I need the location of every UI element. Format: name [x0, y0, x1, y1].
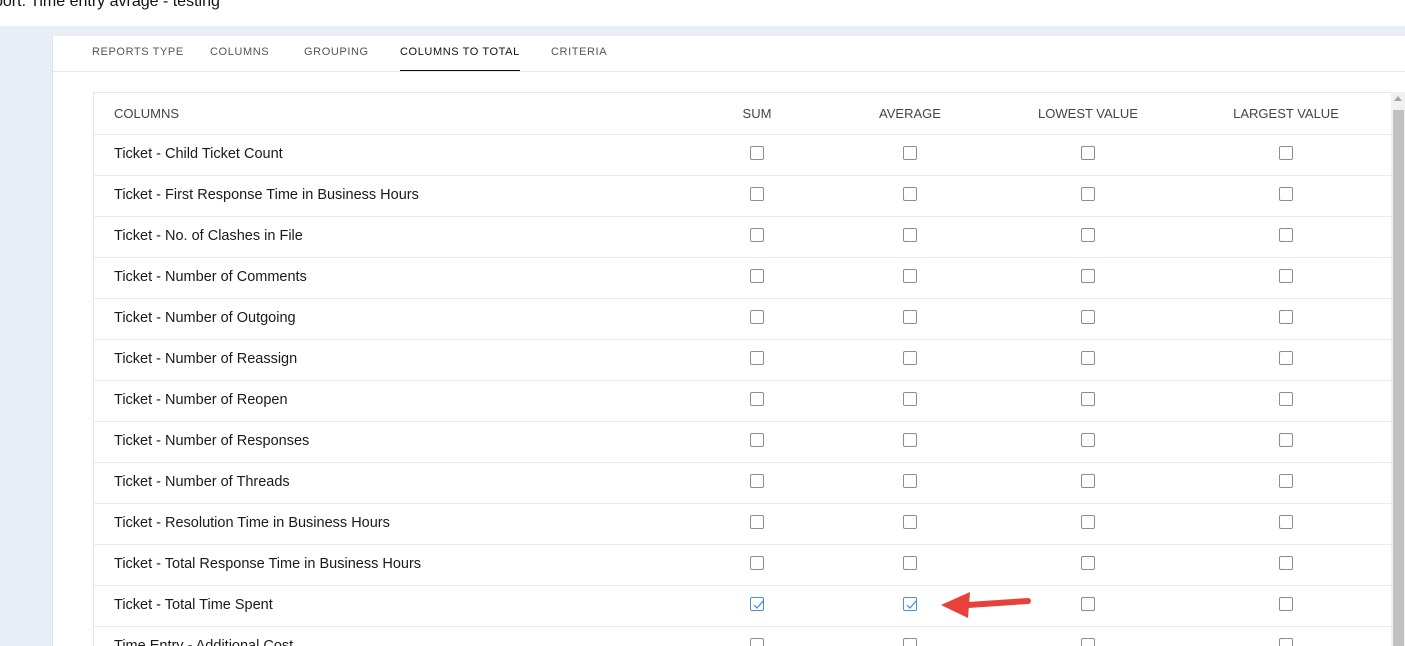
lowest-value-checkbox[interactable] [1081, 228, 1095, 242]
average-checkbox[interactable] [903, 433, 917, 447]
header-columns: COLUMNS [114, 106, 180, 121]
average-checkbox[interactable] [903, 310, 917, 324]
table-row: Ticket - Number of Outgoing [94, 298, 1392, 340]
row-label: Ticket - First Response Time in Business… [114, 187, 419, 203]
average-checkbox[interactable] [903, 556, 917, 570]
vertical-scrollbar[interactable] [1391, 92, 1405, 646]
table-row: Ticket - Total Response Time in Business… [94, 544, 1392, 586]
table-row: Ticket - First Response Time in Business… [94, 175, 1392, 217]
sum-checkbox[interactable] [750, 187, 764, 201]
largest-value-checkbox[interactable] [1279, 269, 1293, 283]
lowest-value-checkbox[interactable] [1081, 392, 1095, 406]
average-checkbox[interactable] [903, 187, 917, 201]
largest-value-checkbox[interactable] [1279, 392, 1293, 406]
table-header-row: COLUMNS SUM AVERAGE LOWEST VALUE LARGEST… [94, 93, 1392, 135]
table-row: Ticket - Number of Reassign [94, 339, 1392, 381]
average-checkbox[interactable] [903, 515, 917, 529]
lowest-value-checkbox[interactable] [1081, 269, 1095, 283]
page-title: port: Time entry avrage - testing [0, 0, 220, 10]
red-arrow-icon [941, 592, 1031, 618]
tab-criteria[interactable]: CRITERIA [551, 46, 607, 71]
checkmark-icon [753, 600, 764, 609]
sum-checkbox[interactable] [750, 433, 764, 447]
header-largest-value: LARGEST VALUE [1233, 106, 1339, 121]
lowest-value-checkbox[interactable] [1081, 515, 1095, 529]
largest-value-checkbox[interactable] [1279, 433, 1293, 447]
sum-checkbox[interactable] [750, 228, 764, 242]
lowest-value-checkbox[interactable] [1081, 433, 1095, 447]
average-checkbox[interactable] [903, 474, 917, 488]
row-label: Ticket - Number of Reopen [114, 392, 288, 408]
table-row: Time Entry - Additional Cost [94, 626, 1392, 646]
tab-columns[interactable]: COLUMNS [210, 46, 269, 71]
sum-checkbox[interactable] [750, 474, 764, 488]
row-label: Ticket - Number of Responses [114, 433, 310, 449]
row-label: Time Entry - Additional Cost [114, 638, 294, 646]
sum-checkbox[interactable] [750, 556, 764, 570]
checkmark-icon [906, 600, 917, 609]
columns-to-total-table: COLUMNS SUM AVERAGE LOWEST VALUE LARGEST… [93, 92, 1396, 646]
lowest-value-checkbox[interactable] [1081, 597, 1095, 611]
average-checkbox[interactable] [903, 351, 917, 365]
largest-value-checkbox[interactable] [1279, 146, 1293, 160]
largest-value-checkbox[interactable] [1279, 351, 1293, 365]
row-label: Ticket - Child Ticket Count [114, 146, 283, 162]
row-label: Ticket - Total Time Spent [114, 597, 273, 613]
lowest-value-checkbox[interactable] [1081, 474, 1095, 488]
sum-checkbox[interactable] [750, 638, 764, 646]
header-average: AVERAGE [879, 106, 941, 121]
largest-value-checkbox[interactable] [1279, 597, 1293, 611]
sum-checkbox[interactable] [750, 269, 764, 283]
table-row: Ticket - No. of Clashes in File [94, 216, 1392, 258]
largest-value-checkbox[interactable] [1279, 556, 1293, 570]
average-checkbox[interactable] [903, 146, 917, 160]
sum-checkbox[interactable] [750, 146, 764, 160]
row-label: Ticket - Number of Threads [114, 474, 290, 490]
average-checkbox[interactable] [903, 597, 917, 611]
header-sum: SUM [742, 106, 772, 121]
table-row: Ticket - Number of Threads [94, 462, 1392, 504]
largest-value-checkbox[interactable] [1279, 310, 1293, 324]
table-row: Ticket - Number of Reopen [94, 380, 1392, 422]
largest-value-checkbox[interactable] [1279, 187, 1293, 201]
lowest-value-checkbox[interactable] [1081, 556, 1095, 570]
tab-bar: REPORTS TYPE COLUMNS GROUPING COLUMNS TO… [53, 36, 1405, 72]
table-row: Ticket - Resolution Time in Business Hou… [94, 503, 1392, 545]
largest-value-checkbox[interactable] [1279, 228, 1293, 242]
largest-value-checkbox[interactable] [1279, 474, 1293, 488]
sum-checkbox[interactable] [750, 515, 764, 529]
row-label: Ticket - Resolution Time in Business Hou… [114, 515, 390, 531]
row-label: Ticket - Number of Outgoing [114, 310, 296, 326]
tab-reports-type[interactable]: REPORTS TYPE [92, 46, 184, 71]
row-label: Ticket - No. of Clashes in File [114, 228, 303, 244]
lowest-value-checkbox[interactable] [1081, 638, 1095, 646]
lowest-value-checkbox[interactable] [1081, 187, 1095, 201]
lowest-value-checkbox[interactable] [1081, 146, 1095, 160]
row-label: Ticket - Number of Comments [114, 269, 307, 285]
average-checkbox[interactable] [903, 228, 917, 242]
tab-columns-to-total[interactable]: COLUMNS TO TOTAL [400, 46, 520, 71]
row-label: Ticket - Number of Reassign [114, 351, 298, 367]
tab-grouping[interactable]: GROUPING [304, 46, 369, 71]
sum-checkbox[interactable] [750, 310, 764, 324]
table-row: Ticket - Total Time Spent [94, 585, 1392, 627]
lowest-value-checkbox[interactable] [1081, 351, 1095, 365]
row-label: Ticket - Total Response Time in Business… [114, 556, 422, 572]
report-settings-card: REPORTS TYPE COLUMNS GROUPING COLUMNS TO… [52, 36, 1405, 646]
average-checkbox[interactable] [903, 638, 917, 646]
lowest-value-checkbox[interactable] [1081, 310, 1095, 324]
table-row: Ticket - Child Ticket Count [94, 134, 1392, 176]
scroll-thumb[interactable] [1393, 110, 1404, 646]
table-row: Ticket - Number of Comments [94, 257, 1392, 299]
scroll-up-arrow-icon[interactable] [1394, 96, 1402, 101]
header-lowest-value: LOWEST VALUE [1038, 106, 1138, 121]
largest-value-checkbox[interactable] [1279, 638, 1293, 646]
table-row: Ticket - Number of Responses [94, 421, 1392, 463]
sum-checkbox[interactable] [750, 392, 764, 406]
sum-checkbox[interactable] [750, 351, 764, 365]
average-checkbox[interactable] [903, 392, 917, 406]
largest-value-checkbox[interactable] [1279, 515, 1293, 529]
sum-checkbox[interactable] [750, 597, 764, 611]
average-checkbox[interactable] [903, 269, 917, 283]
